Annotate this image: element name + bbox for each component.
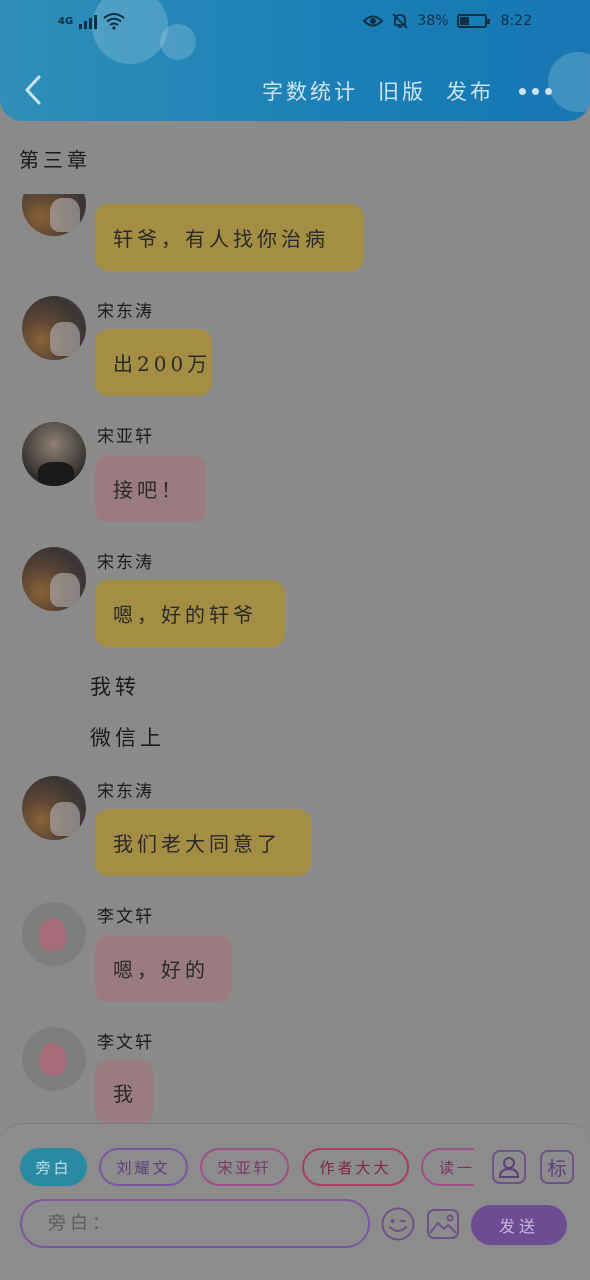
- tag-button[interactable]: 标: [540, 1150, 574, 1184]
- avatar[interactable]: [22, 1027, 86, 1091]
- old-version-button[interactable]: 旧版: [378, 76, 426, 106]
- more-options-button[interactable]: [519, 76, 552, 106]
- nav-bar: 字数统计 旧版 发布: [0, 66, 590, 116]
- message-bubble[interactable]: 接吧！: [95, 455, 206, 522]
- header-actions: 字数统计 旧版 发布: [262, 76, 494, 106]
- more-dot-icon: [532, 87, 539, 95]
- role-chip[interactable]: 读一: [421, 1148, 474, 1186]
- role-chip[interactable]: 宋亚轩: [200, 1148, 289, 1186]
- narration-text: 我转: [90, 675, 140, 699]
- role-chip[interactable]: 旁白: [20, 1148, 87, 1186]
- avatar[interactable]: [22, 194, 86, 236]
- tag-icon-label: 标: [547, 1157, 567, 1180]
- message-bubble[interactable]: 我们老大同意了: [95, 809, 311, 876]
- status-bar: 4G 38% 8:22: [0, 0, 590, 44]
- battery-icon: [456, 14, 490, 28]
- role-chip[interactable]: 作者大大: [302, 1148, 409, 1186]
- avatar[interactable]: [22, 902, 86, 966]
- message-input-wrapper: [20, 1199, 370, 1248]
- sender-name: 宋东涛: [97, 553, 154, 573]
- message-bubble[interactable]: 嗯，好的: [95, 935, 232, 1002]
- narration-text: 微信上: [90, 726, 165, 750]
- more-dot-icon: [519, 87, 526, 95]
- sender-name: 李文轩: [97, 1033, 154, 1053]
- mute-bell-icon: [392, 13, 409, 29]
- wifi-icon: [103, 13, 125, 30]
- avatar[interactable]: [22, 296, 86, 360]
- chevron-left-icon: [25, 75, 41, 105]
- message-bubble[interactable]: 嗯，好的轩爷: [95, 580, 285, 647]
- back-button[interactable]: [18, 72, 48, 108]
- chapter-title: 第三章: [19, 148, 91, 172]
- signal-icon: [79, 13, 98, 29]
- message-input[interactable]: [22, 1201, 368, 1246]
- emoji-icon[interactable]: [380, 1206, 416, 1242]
- avatar[interactable]: [22, 776, 86, 840]
- app-header: 4G 38% 8:22 字数统计 旧版 发布: [0, 0, 590, 121]
- publish-button[interactable]: 发布: [446, 76, 494, 106]
- word-count-button[interactable]: 字数统计: [262, 76, 358, 106]
- sender-name: 李文轩: [97, 907, 154, 927]
- image-icon[interactable]: [425, 1206, 461, 1242]
- character-button[interactable]: [492, 1150, 526, 1184]
- composer-panel: 旁白 刘耀文 宋亚轩 作者大大 读一 标 发送: [0, 1123, 590, 1280]
- send-button[interactable]: 发送: [471, 1205, 567, 1245]
- sender-name: 宋亚轩: [97, 427, 154, 447]
- avatar[interactable]: [22, 422, 86, 486]
- eye-icon: [363, 15, 384, 27]
- clock: 8:22: [500, 13, 532, 29]
- battery-level: [459, 17, 469, 25]
- sender-name: 宋东涛: [97, 302, 154, 322]
- message-bubble[interactable]: 我: [95, 1060, 153, 1124]
- battery-percent: 38%: [417, 13, 449, 29]
- person-icon: [498, 1157, 520, 1178]
- message-bubble[interactable]: 轩爷，有人找你治病: [95, 204, 364, 271]
- role-chip[interactable]: 刘耀文: [99, 1148, 188, 1186]
- role-selector: 旁白 刘耀文 宋亚轩 作者大大 读一: [20, 1148, 474, 1188]
- avatar[interactable]: [22, 547, 86, 611]
- network-type: 4G: [58, 15, 74, 27]
- message-bubble[interactable]: 出200万: [95, 329, 212, 396]
- sender-name: 宋东涛: [97, 782, 154, 802]
- more-dot-icon: [545, 87, 552, 95]
